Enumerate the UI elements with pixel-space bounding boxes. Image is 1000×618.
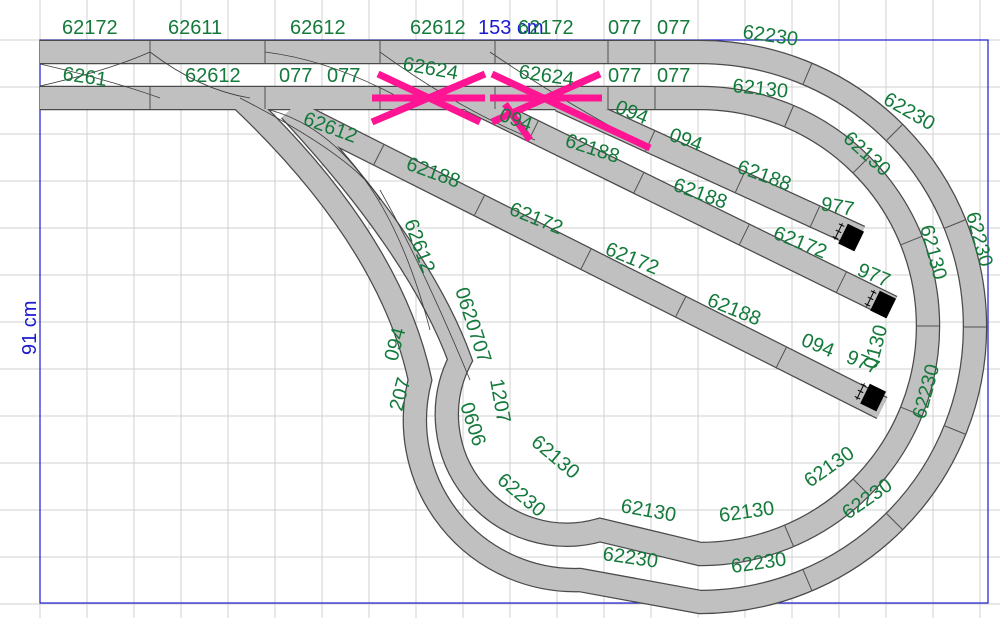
layout-canvas: 153 cm 91 cm 62172 62611 62612 62612 62172 07… <box>0 0 1000 618</box>
part-number-label: 077 <box>279 65 312 87</box>
part-number-label: 077 <box>657 17 690 39</box>
part-number-label: 62612 <box>410 17 466 39</box>
part-number-label: 62172 <box>62 17 118 39</box>
track-plan-diagram: 153 cm 91 cm 62172 62611 62612 62612 62172 07… <box>0 0 1000 618</box>
part-number-label: 62172 <box>518 17 574 39</box>
double-slip-left <box>370 70 487 126</box>
part-number-label: 077 <box>608 65 641 87</box>
part-number-label: 62130 <box>619 495 678 526</box>
part-number-label: 62611 <box>168 17 222 39</box>
part-number-label: 077 <box>327 65 360 87</box>
part-number-label: 077 <box>608 17 641 39</box>
part-number-label: 0130 <box>860 323 893 372</box>
part-number-label: 62130 <box>527 431 584 484</box>
height-dimension-label: 91 cm <box>19 301 41 355</box>
part-number-label: 62612 <box>290 17 346 39</box>
part-number-label: 62130 <box>718 497 776 527</box>
part-number-label: 62612 <box>185 65 241 87</box>
part-number-label: 077 <box>657 65 690 87</box>
